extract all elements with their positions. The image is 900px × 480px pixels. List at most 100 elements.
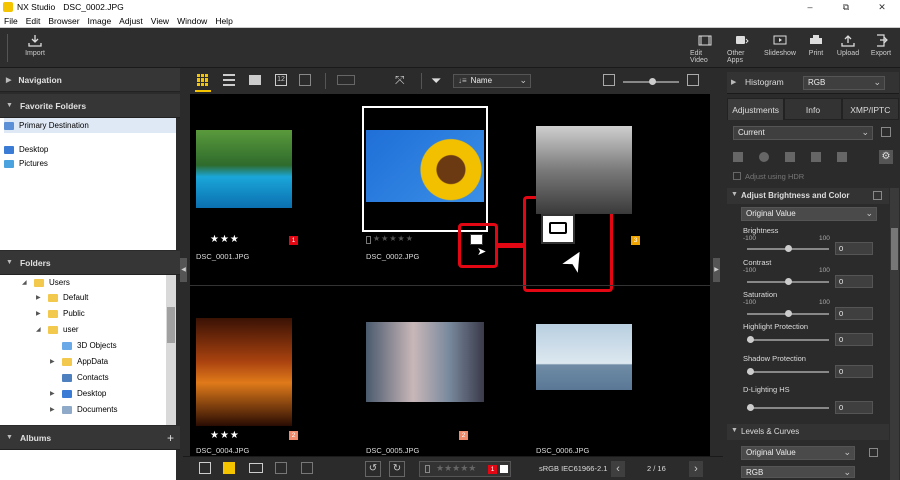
import-button[interactable]: Import [20, 34, 50, 57]
print-button[interactable]: Print [801, 34, 831, 57]
sort-select[interactable]: ↓≡ Name [453, 74, 531, 88]
favorite-pictures[interactable]: Pictures [4, 156, 48, 171]
menu-adjust[interactable]: Adjust [115, 16, 147, 26]
menu-file[interactable]: File [0, 16, 22, 26]
protect-icon[interactable] [425, 465, 430, 473]
rating-stars[interactable]: ★★★ [210, 234, 240, 245]
compare-view-icon[interactable] [299, 74, 311, 86]
tab-adjustments[interactable]: Adjustments [727, 98, 785, 120]
slider-knob[interactable] [649, 78, 656, 85]
tree-item-desktop[interactable]: ▶ Desktop [50, 386, 106, 401]
minimize-button[interactable]: – [792, 0, 828, 14]
menu-browser[interactable]: Browser [44, 16, 83, 26]
navigation-header[interactable]: ▶ Navigation [0, 68, 180, 92]
slider-knob[interactable] [785, 278, 792, 285]
saturation-value-input[interactable]: 0 [835, 307, 873, 320]
folder-tree-scrollbar[interactable] [166, 275, 176, 425]
rotate-left-button[interactable]: ↺ [365, 461, 381, 477]
larger-thumbnail-icon[interactable] [687, 74, 699, 86]
scrollbar-thumb[interactable] [167, 307, 175, 343]
tree-item-default[interactable]: ▶ Default [36, 290, 88, 305]
slider-knob[interactable] [747, 368, 754, 375]
brightness-slider[interactable] [747, 245, 829, 252]
brightness-color-section-header[interactable]: ▼ Adjust Brightness and Color [727, 188, 889, 204]
levels-curves-section-header[interactable]: ▼ Levels & Curves [727, 424, 889, 440]
thumbnail-image-0002[interactable] [366, 130, 484, 202]
upload-button[interactable]: Upload [833, 34, 863, 57]
tab-info[interactable]: Info [784, 98, 842, 120]
adjust-hdr-checkbox[interactable] [733, 172, 741, 180]
tab-xmp-iptc[interactable]: XMP/IPTC [841, 98, 899, 120]
right-panel-toggle[interactable]: ▶ [713, 258, 720, 282]
maximize-button[interactable]: ⧉ [828, 0, 864, 14]
preset-checkbox[interactable] [881, 127, 891, 137]
slider-knob[interactable] [747, 404, 754, 411]
tree-item-users[interactable]: ◢ Users [22, 275, 70, 290]
shadow-protection-value-input[interactable]: 0 [835, 365, 873, 378]
thumbnail-image-0005[interactable] [366, 322, 484, 402]
edit-video-button[interactable]: Edit Video [690, 34, 720, 64]
menu-edit[interactable]: Edit [22, 16, 45, 26]
d-lighting-hs-value-input[interactable]: 0 [835, 401, 873, 414]
tree-item-public[interactable]: ▶ Public [36, 306, 85, 321]
tree-item-appdata[interactable]: ▶ AppData [50, 354, 108, 369]
rename-icon[interactable] [249, 463, 263, 473]
key-lock-icon[interactable] [470, 234, 483, 245]
undo-icon[interactable] [837, 152, 847, 162]
stack-icon[interactable] [199, 462, 211, 474]
histogram-toggle-icon[interactable] [301, 462, 313, 474]
albums-header[interactable]: ▼ Albums + [0, 426, 180, 450]
slideshow-button[interactable]: Slideshow [764, 34, 796, 57]
tree-item-3d-objects[interactable]: 3D Objects [62, 338, 117, 353]
thumbnail-image-0003[interactable] [536, 126, 632, 214]
levels-channel-select[interactable]: RGB [741, 466, 855, 478]
histogram-mode-select[interactable]: RGB [803, 76, 885, 90]
fit-screen-icon[interactable]: ⤧ [395, 74, 407, 86]
section-checkbox[interactable] [873, 191, 882, 200]
thumbnail-size-slider[interactable] [623, 78, 679, 85]
thumbnail-grid-view-icon[interactable] [197, 74, 209, 86]
single-image-view-icon[interactable] [249, 75, 261, 85]
gear-icon[interactable]: ⚙ [879, 150, 893, 164]
tree-item-documents[interactable]: ▶ Documents [50, 402, 117, 417]
close-button[interactable]: ✕ [864, 0, 900, 14]
adjustment-preset-select[interactable]: Current [733, 126, 873, 140]
color-label[interactable]: 2 [459, 431, 468, 440]
previous-image-button[interactable]: ‹ [611, 461, 625, 477]
histogram-header[interactable]: ▶ Histogram RGB [727, 72, 899, 94]
group-icon[interactable] [223, 462, 235, 474]
folders-header[interactable]: ▼ Folders [0, 251, 180, 275]
grid-toggle-icon[interactable] [275, 462, 287, 474]
straighten-icon[interactable] [785, 152, 795, 162]
rotate-right-button[interactable]: ↻ [389, 461, 405, 477]
tree-item-contacts[interactable]: Contacts [62, 370, 109, 385]
menu-help[interactable]: Help [211, 16, 236, 26]
color-label[interactable]: 2 [289, 431, 298, 440]
color-label[interactable]: 3 [631, 236, 640, 245]
levels-mode-select[interactable]: Original Value [741, 446, 855, 460]
rating-stars[interactable]: ★★★★★ [436, 463, 476, 474]
crop-icon[interactable] [733, 152, 743, 162]
slider-knob[interactable] [747, 336, 754, 343]
tree-item-user[interactable]: ◢ user [36, 322, 79, 337]
contrast-slider[interactable] [747, 278, 829, 285]
favorite-desktop[interactable]: Desktop [4, 142, 48, 157]
retouch-icon[interactable] [759, 152, 769, 162]
color-control-point-icon[interactable] [811, 152, 821, 162]
export-button[interactable]: Export [866, 34, 896, 57]
saturation-slider[interactable] [747, 310, 829, 317]
add-album-button[interactable]: + [167, 431, 174, 445]
thumbnail-image-0004[interactable] [196, 318, 292, 426]
filmstrip-view-icon[interactable] [337, 75, 355, 85]
left-panel-toggle[interactable]: ◀ [180, 258, 187, 282]
contrast-value-input[interactable]: 0 [835, 275, 873, 288]
key-lock-icon[interactable] [499, 464, 509, 474]
color-label[interactable]: 1 [488, 465, 497, 474]
menu-image[interactable]: Image [84, 16, 116, 26]
slider-knob[interactable] [785, 245, 792, 252]
section-checkbox[interactable] [869, 448, 878, 457]
thumbnail-image-0006[interactable] [536, 324, 632, 390]
compare-2-view-icon[interactable]: 12 [275, 74, 287, 86]
favorite-folders-header[interactable]: ▼ Favorite Folders [0, 94, 180, 118]
thumbnail-image-0001[interactable] [196, 130, 292, 208]
